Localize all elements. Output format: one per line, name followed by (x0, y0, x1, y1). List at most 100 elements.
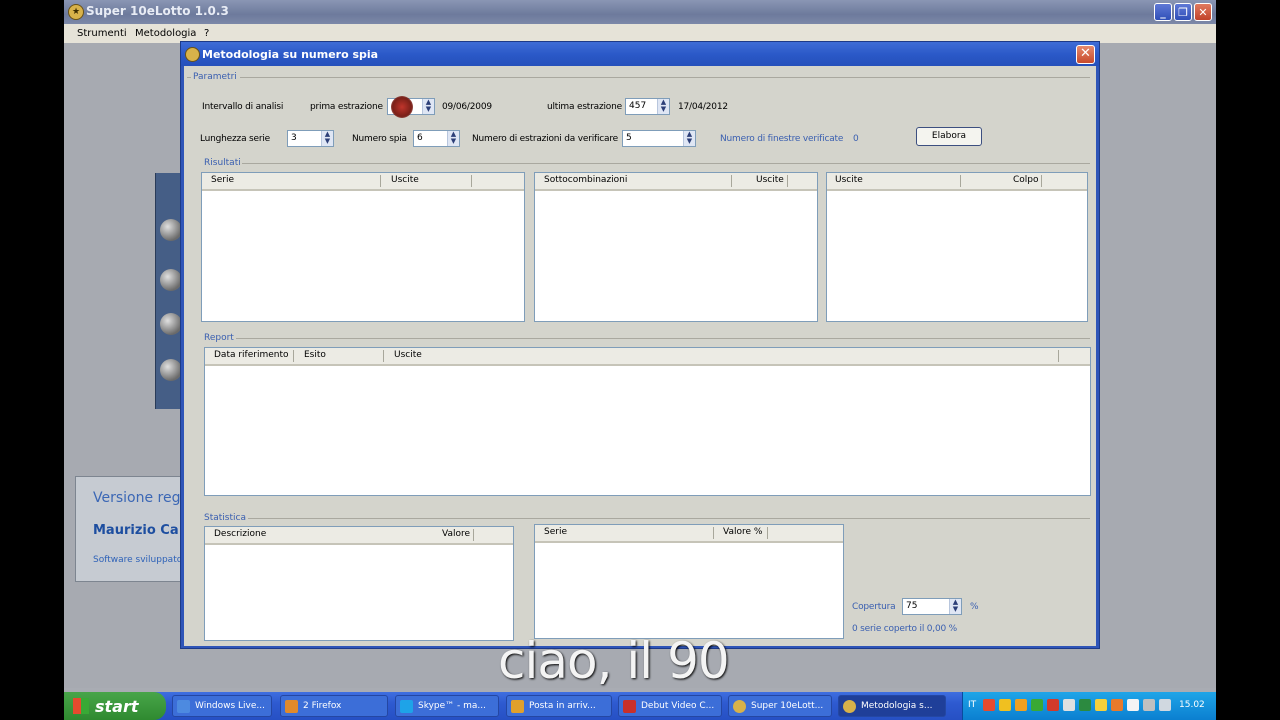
tray-icon[interactable] (1111, 699, 1123, 711)
draws-to-verify-stepper[interactable]: 5 ▲ ▼ (622, 130, 696, 147)
first-draw-date: 09/06/2009 (442, 102, 492, 112)
tray-icon[interactable] (999, 699, 1011, 711)
interval-label: Intervallo di analisi (202, 102, 284, 112)
video-caption: ciao, il 90 (498, 632, 730, 690)
statistics-series-list[interactable]: Serie Valore % (534, 524, 844, 639)
statistics-description-list[interactable]: Descrizione Valore (204, 526, 514, 641)
license-software: Software sviluppato (93, 555, 183, 565)
taskbar: start Windows Live... 2 Firefox Skype™ -… (64, 692, 1216, 720)
outcomes-list[interactable]: Uscite Colpo (826, 172, 1088, 322)
col-esito[interactable]: Esito (304, 350, 326, 360)
license-version: Versione regi (93, 490, 185, 506)
debut-video-icon (623, 700, 636, 713)
tray-icon[interactable] (1031, 699, 1043, 711)
tray-icon[interactable] (1095, 699, 1107, 711)
task-metodologia[interactable]: Metodologia s... (838, 695, 946, 717)
col-uscite[interactable]: Uscite (391, 175, 419, 185)
windows-verified-value: 0 (853, 134, 859, 144)
tray-icon[interactable] (1143, 699, 1155, 711)
close-app-button[interactable]: ✕ (1194, 3, 1212, 21)
subcombinations-list[interactable]: Sottocombinazioni Uscite (534, 172, 818, 322)
col-descrizione[interactable]: Descrizione (214, 529, 266, 539)
dialog-icon (185, 47, 200, 62)
spy-number-label: Numero spia (352, 134, 407, 144)
col-uscite[interactable]: Uscite (394, 350, 422, 360)
license-name: Maurizio Ca (93, 523, 179, 538)
cursor-highlight-icon (391, 96, 413, 118)
windows-live-icon (177, 700, 190, 713)
app-title-bar[interactable]: ★ Super 10eLotto 1.0.3 _ ❐ ✕ (64, 0, 1216, 24)
col-colpo[interactable]: Colpo (1013, 175, 1039, 185)
tray-icon[interactable] (983, 699, 995, 711)
metodologia-icon (843, 700, 856, 713)
coverage-label: Copertura (852, 602, 896, 612)
series-list[interactable]: Serie Uscite (201, 172, 525, 322)
report-group-label: Report (204, 333, 234, 343)
spy-number-stepper[interactable]: 6 ▲ ▼ (413, 130, 460, 147)
lotto-balls-image (155, 173, 182, 409)
col-data-riferimento[interactable]: Data riferimento (214, 350, 289, 360)
menu-metodologia[interactable]: Metodologia (135, 28, 196, 39)
task-skype[interactable]: Skype™ - ma... (395, 695, 499, 717)
dialog-body: Parametri Intervallo di analisi prima es… (184, 66, 1096, 646)
language-indicator[interactable]: IT (968, 700, 976, 710)
last-draw-stepper[interactable]: 457 ▲ ▼ (625, 98, 670, 115)
app-title: Super 10eLotto 1.0.3 (86, 4, 229, 18)
draws-to-verify-label: Numero di estrazioni da verificare (472, 134, 618, 144)
col-serie[interactable]: Serie (211, 175, 234, 185)
col-valore[interactable]: Valore (442, 529, 470, 539)
spinner-arrows-icon[interactable]: ▲ ▼ (321, 131, 333, 146)
col-serie[interactable]: Serie (544, 527, 567, 537)
tray-icon[interactable] (1079, 699, 1091, 711)
task-debut-video[interactable]: Debut Video C... (618, 695, 722, 717)
results-group-label: Risultati (204, 158, 241, 168)
spinner-arrows-icon[interactable]: ▲ ▼ (949, 599, 961, 614)
col-sottocombinazioni[interactable]: Sottocombinazioni (544, 175, 627, 185)
spinner-arrows-icon[interactable]: ▲ ▼ (683, 131, 695, 146)
last-draw-date: 17/04/2012 (678, 102, 728, 112)
report-table[interactable]: Data riferimento Esito Uscite (204, 347, 1091, 496)
first-draw-label: prima estrazione (310, 102, 383, 112)
first-draw-stepper[interactable]: ▲ ▼ (387, 96, 435, 118)
task-windows-live[interactable]: Windows Live... (172, 695, 272, 717)
license-panel: Versione regi Maurizio Ca Software svilu… (75, 476, 197, 582)
firefox-icon (285, 700, 298, 713)
system-tray: IT 15.02 (962, 692, 1216, 720)
super10elotto-icon (733, 700, 746, 713)
stats-group-label: Statistica (204, 513, 246, 523)
tray-icon[interactable] (1047, 699, 1059, 711)
app-icon: ★ (68, 4, 84, 20)
tray-icon[interactable] (1015, 699, 1027, 711)
col-uscite[interactable]: Uscite (835, 175, 863, 185)
last-draw-label: ultima estrazione (547, 102, 622, 112)
volume-icon[interactable] (1159, 699, 1171, 711)
dialog-window: Metodologia su numero spia ✕ Parametri I… (180, 41, 1100, 649)
col-uscite[interactable]: Uscite (756, 175, 784, 185)
dialog-title-bar[interactable]: Metodologia su numero spia (181, 42, 1099, 66)
clock: 15.02 (1179, 700, 1205, 710)
task-super10elotto[interactable]: Super 10eLott... (728, 695, 832, 717)
windows-logo-icon (73, 698, 89, 714)
params-group-label: Parametri (193, 72, 237, 82)
series-length-stepper[interactable]: 3 ▲ ▼ (287, 130, 334, 147)
spinner-arrows-icon[interactable]: ▲ ▼ (422, 99, 434, 114)
task-firefox[interactable]: 2 Firefox (280, 695, 388, 717)
menu-help[interactable]: ? (204, 28, 209, 39)
menu-strumenti[interactable]: Strumenti (77, 28, 127, 39)
coverage-stepper[interactable]: 75 ▲ ▼ (902, 598, 962, 615)
tray-icon[interactable] (1127, 699, 1139, 711)
tray-icon[interactable] (1063, 699, 1075, 711)
spinner-arrows-icon[interactable]: ▲ ▼ (447, 131, 459, 146)
minimize-button[interactable]: _ (1154, 3, 1172, 21)
process-button[interactable]: Elabora (916, 127, 982, 146)
task-mail[interactable]: Posta in arriv... (506, 695, 612, 717)
series-length-label: Lunghezza serie (200, 134, 271, 144)
col-valore-percent[interactable]: Valore % (723, 527, 762, 537)
dialog-close-button[interactable]: ✕ (1076, 45, 1095, 64)
mail-icon (511, 700, 524, 713)
skype-icon (400, 700, 413, 713)
start-button[interactable]: start (64, 692, 166, 720)
spinner-arrows-icon[interactable]: ▲ ▼ (657, 99, 669, 114)
maximize-button[interactable]: ❐ (1174, 3, 1192, 21)
screen: ★ Super 10eLotto 1.0.3 _ ❐ ✕ Strumenti M… (64, 0, 1216, 720)
